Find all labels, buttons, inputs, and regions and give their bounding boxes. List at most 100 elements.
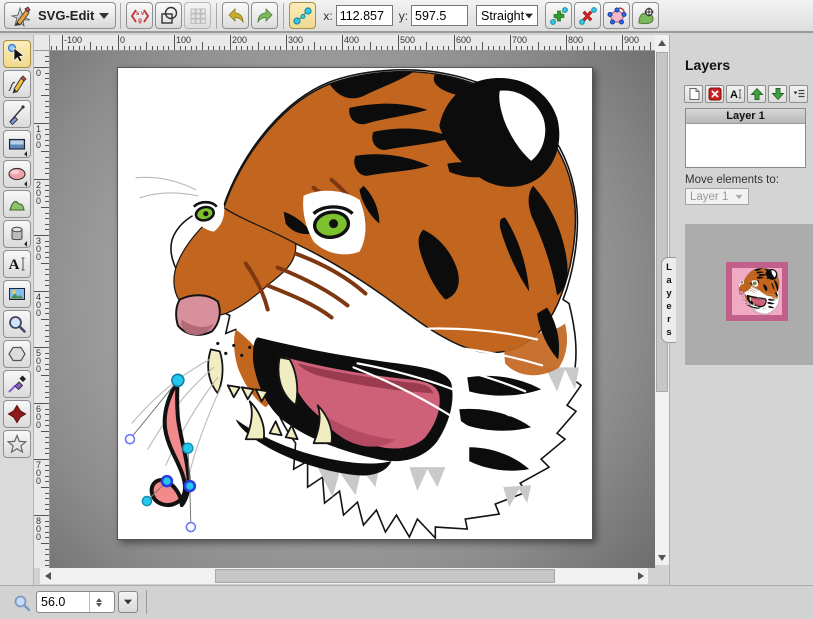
y-coordinate-label: y: [399,9,408,23]
zoom-level-input[interactable] [37,595,89,609]
tool-eyedropper[interactable] [3,370,31,398]
source-code-icon: s v g [130,6,150,26]
logo-label: SVG-Edit [38,8,94,23]
tool-connector[interactable] [3,400,31,428]
move-elements-select[interactable]: Layer 1 [685,188,749,205]
horizontal-scrollbar[interactable] [40,568,648,584]
drawing-page[interactable] [117,67,593,540]
canvas-svg[interactable] [118,68,592,539]
flyout-arrow-icon [24,181,30,187]
scroll-down-button[interactable] [655,550,669,565]
flyout-arrow-icon [24,241,30,247]
toolbar-separator [283,3,284,29]
control-handle-point[interactable] [142,496,151,505]
tool-polygon[interactable] [3,340,31,368]
select-caret-icon [736,194,743,198]
y-coordinate-input[interactable] [411,5,468,26]
source-editor-button[interactable]: s v g [126,2,153,29]
layer-list: Layer 1 [685,108,806,168]
scroll-left-button[interactable] [40,568,55,584]
zoom-tool-icon [6,313,28,335]
connector-icon [6,403,28,425]
new-layer-button[interactable] [684,85,703,103]
tool-select[interactable] [3,40,31,68]
zoom-preset-dropdown[interactable] [118,591,138,613]
delete-node-button[interactable] [574,2,601,29]
path-node-selected[interactable] [185,481,195,491]
move-layer-down-button[interactable] [768,85,787,103]
segment-type-value: Straight [481,9,524,23]
layers-side-tab[interactable]: Layers [661,257,676,343]
control-handle-point[interactable] [183,443,193,453]
tiger-artwork[interactable] [132,70,581,538]
tool-rectangle[interactable] [3,130,31,158]
delete-layer-button[interactable] [705,85,724,103]
main-menu-button[interactable]: SVG-Edit [4,2,116,29]
tool-text[interactable]: A [3,250,31,278]
scroll-right-button[interactable] [633,568,648,584]
select-caret-icon [124,600,132,605]
image-tool-icon [6,283,28,305]
move-layer-up-button[interactable] [747,85,766,103]
shape-library-button[interactable] [155,2,182,29]
shapes-icon [159,6,179,26]
zoom-level-field [36,591,115,613]
layer-row[interactable]: Layer 1 [686,109,805,124]
scroll-up-button[interactable] [655,35,669,50]
ellipse-tool-icon [6,163,28,185]
grid-button[interactable] [184,2,211,29]
layer-menu-button[interactable] [789,85,808,103]
ruler-corner [34,35,50,51]
pencil-tool-icon [6,73,28,95]
cylinder-icon [6,223,28,245]
control-handle-point[interactable] [186,523,195,532]
undo-button[interactable] [222,2,249,29]
image-thumbnail[interactable] [726,262,788,321]
open-close-path-button[interactable] [603,2,630,29]
layer-buttons-row: A [684,85,808,103]
open-path-icon [607,6,627,26]
tool-image[interactable] [3,280,31,308]
undo-icon [226,6,246,26]
insert-node-icon [549,6,569,26]
canvas-workspace[interactable] [50,51,655,568]
tool-pencil[interactable] [3,70,31,98]
x-coordinate-label: x: [323,9,332,23]
layers-panel-title: Layers [685,57,730,73]
control-handle-point[interactable] [125,435,134,444]
up-arrow-icon [658,40,666,46]
panel-preview-area [685,224,813,365]
delete-node-icon [578,6,598,26]
rename-layer-button[interactable]: A [726,85,745,103]
redo-button[interactable] [251,2,278,29]
tool-line[interactable] [3,100,31,128]
add-sub-path-icon [636,6,656,26]
segment-type-select[interactable]: Straight [476,5,538,26]
right-arrow-icon [638,572,644,580]
layers-panel: Layers A [669,35,813,585]
spinner-down-icon [96,603,102,607]
tools-panel: A [0,35,34,585]
link-control-points-button[interactable] [289,2,316,29]
zoom-level-icon [13,594,31,612]
move-elements-label: Move elements to: [685,174,779,186]
statusbar-separator [146,590,147,614]
add-sub-path-button[interactable] [632,2,659,29]
zoom-spinner[interactable] [89,592,107,612]
tool-ellipse[interactable] [3,160,31,188]
svg-text:A: A [730,89,738,101]
tool-path[interactable] [3,190,31,218]
tool-star[interactable] [3,430,31,458]
node-link-icon [293,6,313,26]
vertical-ruler: 0100200300400500600700800 [34,51,50,568]
layer-up-icon [750,87,764,101]
x-coordinate-input[interactable] [336,5,393,26]
path-node-selected[interactable] [162,476,172,486]
path-node[interactable] [172,374,184,386]
horizontal-scroll-thumb[interactable] [215,569,555,583]
tool-shape-library[interactable] [3,220,31,248]
layer-down-icon [771,87,785,101]
insert-node-button[interactable] [545,2,572,29]
tool-zoom[interactable] [3,310,31,338]
status-bar [0,585,813,619]
